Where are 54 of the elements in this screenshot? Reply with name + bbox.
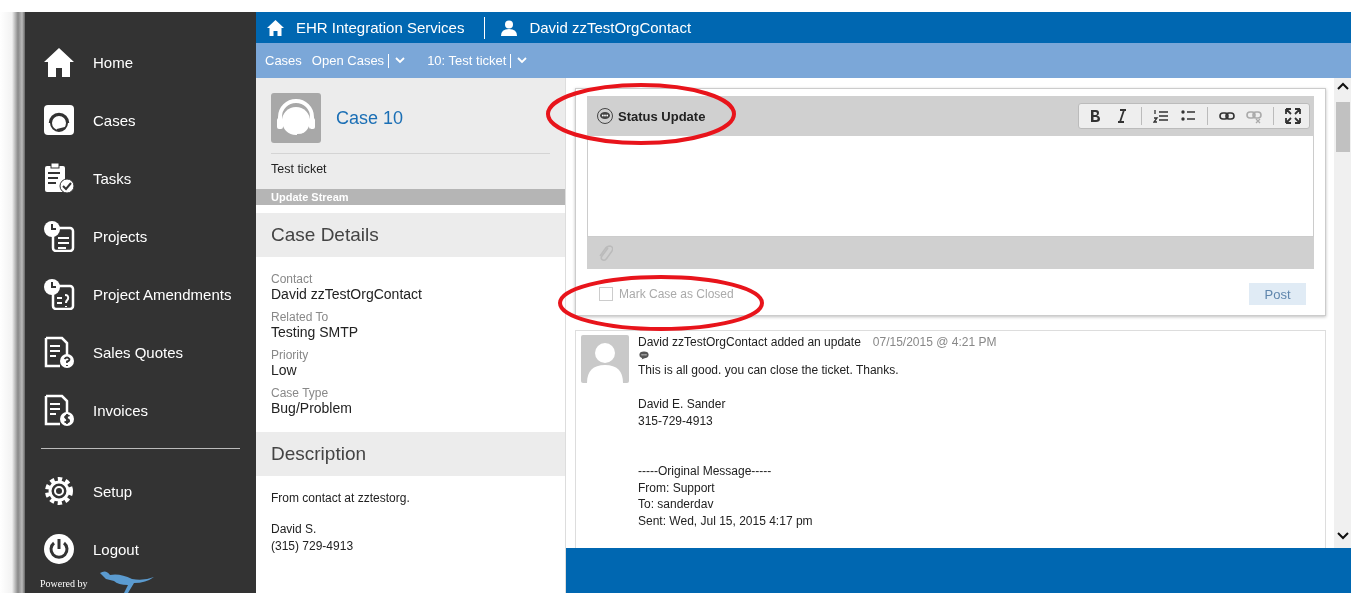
field-value: Low [271, 362, 298, 378]
description-text: David S. (315) 729-4913 [271, 521, 355, 555]
update-author: David zzTestOrgContact added an update [638, 335, 861, 349]
house-icon[interactable] [267, 19, 284, 36]
sidebar-item[interactable]: Projects [43, 220, 256, 252]
clock-list-question-icon [43, 278, 75, 310]
editor-title: Status Update [597, 108, 706, 124]
bullet-list-icon[interactable] [1180, 108, 1196, 124]
update-text: -----Original Message----- From: Support To: sanderdav Sent: Wed, Jul 15, 2015 4:17 pm [638, 463, 813, 529]
fullscreen-icon[interactable] [1285, 108, 1301, 124]
scrollbar-thumb[interactable] [1335, 102, 1350, 152]
field-value: Testing SMTP [271, 324, 360, 340]
update-text: David E. Sander 315-729-4913 [638, 396, 726, 429]
checkbox[interactable] [599, 287, 613, 301]
scrollbar[interactable] [1334, 78, 1351, 548]
field-value: David zzTestOrgContact [271, 286, 423, 302]
section-heading: Description [256, 432, 565, 476]
power-icon [43, 533, 75, 565]
field-value: Bug/Problem [271, 400, 353, 416]
speech-bubble-icon [597, 108, 613, 124]
document-dollar-icon [43, 394, 75, 426]
sidebar-item[interactable]: Cases [43, 104, 256, 136]
field-label: Priority [271, 348, 310, 362]
section-heading: Case Details [256, 213, 565, 257]
clipboard-check-icon [43, 162, 75, 194]
clock-list-icon [43, 220, 75, 252]
avatar-icon [581, 335, 629, 383]
sidebar-item[interactable]: Tasks [43, 162, 256, 194]
document-question-icon [43, 336, 75, 368]
update-time: 07/15/2015 @ 4:21 PM [872, 335, 997, 349]
case-title: Case 10 [336, 107, 404, 129]
sidebar-item[interactable]: Sales Quotes [43, 336, 256, 368]
sidebar-item[interactable]: Home [43, 46, 256, 78]
case-subject: Test ticket [271, 162, 328, 176]
field-label: Case Type [271, 386, 330, 400]
organization-name[interactable]: EHR Integration Services [296, 19, 465, 36]
sidebar-item[interactable]: Project Amendments [43, 278, 256, 310]
numbered-list-icon[interactable] [1153, 108, 1169, 124]
field-label: Related To [271, 310, 330, 324]
powered-by-label: Powered by [40, 578, 88, 589]
house-icon [43, 46, 75, 78]
chevron-up-icon[interactable] [1336, 82, 1349, 90]
person-icon [501, 19, 518, 36]
user-name[interactable]: David zzTestOrgContact [529, 19, 692, 36]
chevron-down-icon[interactable] [1336, 532, 1349, 540]
field-label: Contact [271, 272, 314, 286]
sidebar-item[interactable]: Logout [43, 533, 256, 565]
sidebar-item[interactable]: Setup [43, 475, 256, 507]
description-text: From contact at zztestorg. [271, 490, 411, 507]
sidebar-item[interactable]: Invoices [43, 394, 256, 426]
speech-bubble-icon [638, 351, 650, 360]
update-text: This is all good. you can close the ticket. Thanks. [638, 361, 899, 378]
checkbox-label: Mark Case as Closed [619, 287, 734, 301]
gear-icon [43, 475, 75, 507]
